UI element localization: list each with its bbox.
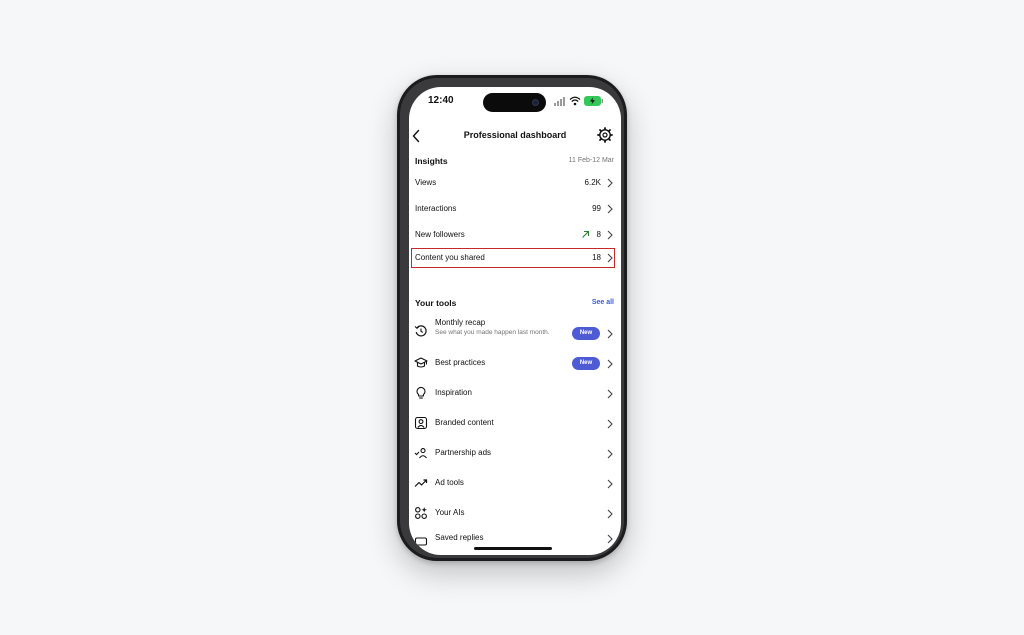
- home-indicator: [474, 547, 552, 550]
- metric-value: 6.2K: [584, 178, 601, 187]
- insights-header: Insights 11 Feb-12 Mar: [409, 156, 621, 172]
- new-badge: New: [572, 327, 600, 340]
- metric-label: Interactions: [415, 204, 457, 213]
- chevron-right-icon: [607, 534, 613, 544]
- tool-label: Saved replies: [435, 533, 484, 542]
- insights-date-range: 11 Feb-12 Mar: [568, 157, 614, 164]
- gear-icon: [597, 127, 613, 143]
- ai-shapes-icon: [415, 507, 427, 519]
- status-time: 12:40: [428, 95, 454, 106]
- insight-row-interactions[interactable]: Interactions 99: [409, 198, 621, 220]
- chevron-right-icon: [607, 419, 613, 429]
- tool-row-inspiration[interactable]: Inspiration: [409, 379, 621, 407]
- branded-content-icon: [414, 416, 428, 430]
- tool-label: Partnership ads: [435, 448, 492, 457]
- header-bar: Professional dashboard: [409, 121, 621, 151]
- tool-label: Branded content: [435, 418, 494, 427]
- metric-label: Content you shared: [415, 253, 485, 262]
- see-all-link[interactable]: See all: [592, 299, 614, 306]
- graduation-cap-icon: [414, 357, 428, 368]
- wifi-icon: [569, 96, 581, 106]
- insight-row-views[interactable]: Views 6.2K: [409, 172, 621, 194]
- tool-row-your-ais[interactable]: Your AIs: [409, 499, 621, 527]
- tool-row-branded-content[interactable]: Branded content: [409, 409, 621, 437]
- tool-label: Your AIs: [435, 508, 465, 517]
- tool-row-monthly-recap[interactable]: Monthly recap See what you made happen l…: [409, 313, 621, 347]
- cellular-signal-icon: [554, 97, 565, 106]
- lightbulb-icon: [416, 386, 426, 399]
- tool-label: Best practices: [435, 358, 486, 367]
- chevron-right-icon: [607, 178, 613, 188]
- chevron-right-icon: [607, 329, 613, 339]
- chevron-right-icon: [607, 479, 613, 489]
- history-icon: [414, 325, 427, 337]
- tool-label: Ad tools: [435, 478, 464, 487]
- status-icons: [554, 96, 606, 106]
- metric-label: Views: [415, 178, 437, 187]
- metric-value: 18: [592, 253, 601, 262]
- insight-row-content-shared[interactable]: Content you shared 18: [409, 248, 621, 268]
- phone-screen: 12:40 Professional dashboard Insights 11…: [409, 87, 621, 555]
- tool-row-best-practices[interactable]: Best practices New: [409, 349, 621, 377]
- chevron-right-icon: [607, 230, 613, 240]
- phone-bezel: 12:40 Professional dashboard Insights 11…: [400, 78, 624, 558]
- insights-title: Insights: [415, 156, 448, 166]
- chevron-right-icon: [607, 253, 613, 263]
- new-badge: New: [572, 357, 600, 370]
- metric-value: 99: [592, 204, 601, 213]
- tool-label: Inspiration: [435, 388, 472, 397]
- front-camera-icon: [532, 99, 539, 106]
- tool-row-ad-tools[interactable]: Ad tools: [409, 469, 621, 497]
- tool-label: Monthly recap: [435, 318, 486, 327]
- insight-row-new-followers[interactable]: New followers 8: [409, 224, 621, 246]
- chevron-left-icon: [412, 129, 420, 143]
- chevron-right-icon: [607, 204, 613, 214]
- battery-charging-icon: [584, 96, 603, 106]
- trending-up-icon: [414, 479, 428, 487]
- back-button[interactable]: [409, 126, 431, 146]
- metric-value: 8: [596, 230, 601, 239]
- tool-row-partnership-ads[interactable]: Partnership ads: [409, 439, 621, 467]
- status-bar: 12:40: [409, 87, 621, 121]
- chevron-right-icon: [607, 449, 613, 459]
- partnership-icon: [414, 448, 427, 459]
- dynamic-island: [483, 93, 546, 112]
- tool-row-saved-replies[interactable]: Saved replies: [409, 529, 621, 555]
- tools-header: Your tools See all: [409, 298, 621, 314]
- saved-replies-icon: [414, 537, 428, 546]
- settings-button[interactable]: [595, 125, 615, 145]
- chevron-right-icon: [607, 359, 613, 369]
- tools-title: Your tools: [415, 298, 457, 308]
- trend-up-arrow-icon: [582, 230, 590, 238]
- page-title: Professional dashboard: [463, 130, 567, 140]
- phone-frame: 12:40 Professional dashboard Insights 11…: [397, 75, 627, 561]
- metric-label: New followers: [415, 230, 465, 239]
- tool-sublabel: See what you made happen last month.: [435, 329, 550, 336]
- chevron-right-icon: [607, 509, 613, 519]
- chevron-right-icon: [607, 389, 613, 399]
